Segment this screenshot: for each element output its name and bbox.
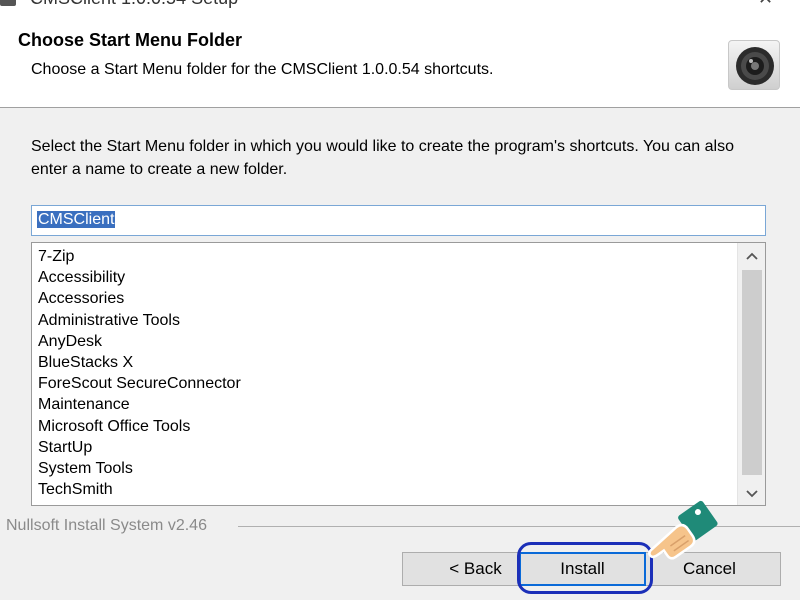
app-icon xyxy=(0,0,16,6)
folder-items: 7-Zip Accessibility Accessories Administrat… xyxy=(32,243,765,500)
folder-name-value: CMSClient xyxy=(37,211,116,228)
folder-list-item[interactable]: StartUp xyxy=(38,437,765,458)
folder-list-item[interactable]: Accessibility xyxy=(38,267,765,288)
install-highlight-ring xyxy=(517,542,653,594)
speaker-icon xyxy=(728,40,780,90)
installer-branding: Nullsoft Install System v2.46 xyxy=(6,517,207,534)
folder-list[interactable]: 7-Zip Accessibility Accessories Administrat… xyxy=(31,242,766,506)
folder-list-item[interactable]: System Tools xyxy=(38,458,765,479)
minimize-button[interactable]: — xyxy=(680,0,698,8)
folder-list-item[interactable]: Microsoft Office Tools xyxy=(38,416,765,437)
page-title: Choose Start Menu Folder xyxy=(18,30,243,50)
chevron-up-icon[interactable] xyxy=(738,243,765,267)
title-bar: CMSClient 1.0.0.54 Setup — ✕ xyxy=(0,0,800,8)
folder-list-item[interactable]: 7-Zip xyxy=(38,246,765,267)
pointing-hand-icon xyxy=(648,500,718,560)
folder-list-item[interactable]: Maintenance xyxy=(38,394,765,415)
folder-list-item[interactable]: BlueStacks X xyxy=(38,352,765,373)
folder-list-item[interactable]: AnyDesk xyxy=(38,331,765,352)
wizard-header: Choose Start Menu Folder Choose a Start … xyxy=(0,8,800,108)
scroll-thumb[interactable] xyxy=(742,270,762,475)
chevron-down-icon[interactable] xyxy=(738,481,765,505)
folder-list-item[interactable]: Administrative Tools xyxy=(38,310,765,331)
folder-name-input[interactable]: CMSClient xyxy=(31,205,766,236)
window-title: CMSClient 1.0.0.54 Setup xyxy=(30,0,238,8)
vertical-scrollbar[interactable] xyxy=(737,243,765,505)
close-button[interactable]: ✕ xyxy=(758,0,773,8)
page-subtitle: Choose a Start Menu folder for the CMSCl… xyxy=(31,61,494,78)
folder-list-item[interactable]: Accessories xyxy=(38,288,765,309)
instructions-text: Select the Start Menu folder in which yo… xyxy=(31,138,734,178)
folder-list-item[interactable]: ForeScout SecureConnector xyxy=(38,373,765,394)
